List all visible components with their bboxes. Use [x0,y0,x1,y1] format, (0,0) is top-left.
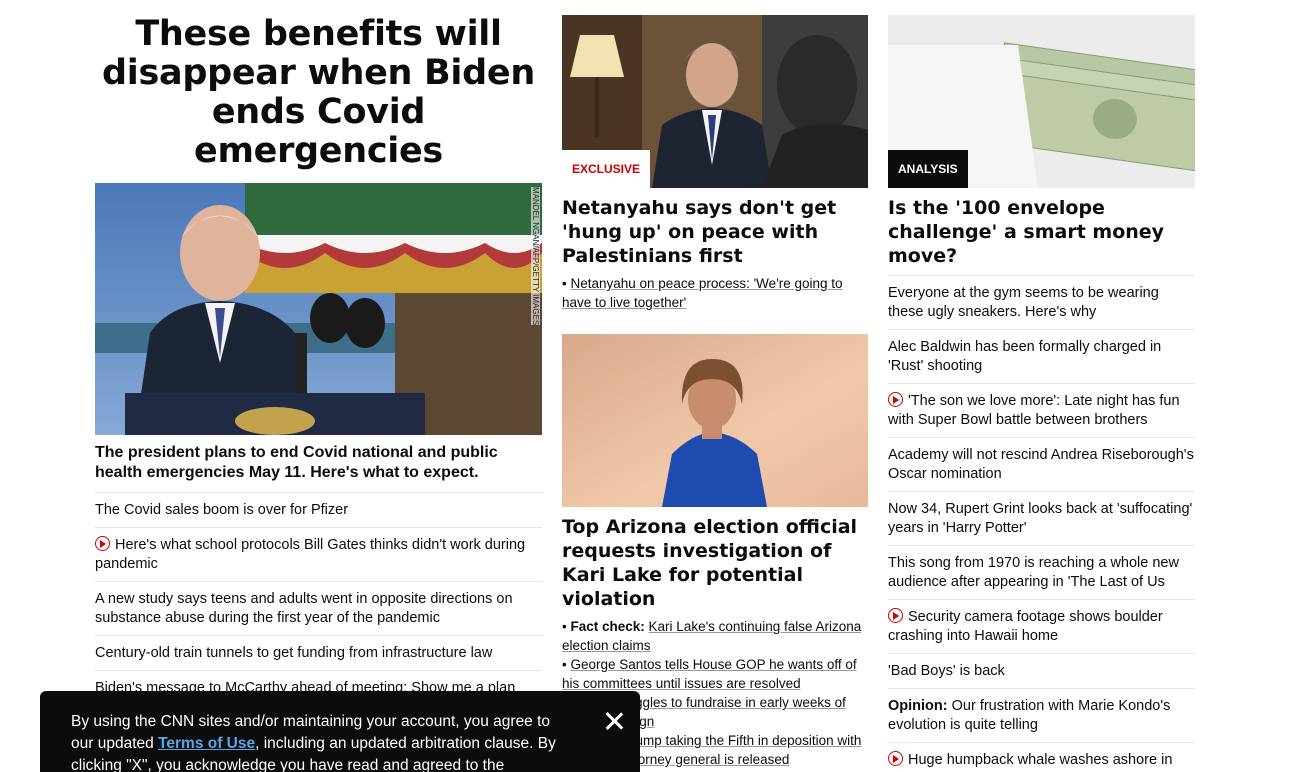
cookie-consent-banner: By using the CNN sites and/or maintainin… [40,691,640,772]
story-link[interactable]: Century-old train tunnels to get funding… [95,636,542,671]
story-link[interactable]: Alec Baldwin has been formally charged i… [888,330,1195,384]
kari-lake-photo[interactable] [562,334,868,507]
arizona-sub-link[interactable]: • Fact check: Kari Lake's continuing fal… [562,617,868,655]
link-text: Here's what school protocols Bill Gates … [95,537,526,572]
link-text: The Covid sales boom is over for Pfizer [95,502,349,518]
arizona-headline[interactable]: Top Arizona election official requests i… [562,515,868,611]
middle-column: EXCLUSIVE Netanyahu says don't get 'hung… [562,15,868,769]
story-link[interactable]: Academy will not rescind Andrea Riseboro… [888,438,1195,492]
lead-caption[interactable]: The president plans to end Covid nationa… [95,443,542,493]
link-text: A new study says teens and adults went i… [95,591,513,626]
lead-headline[interactable]: These benefits will disappear when Biden… [95,15,542,171]
play-video-icon [95,536,110,551]
story-link[interactable]: This song from 1970 is reaching a whole … [888,546,1195,600]
netanyahu-photo[interactable]: EXCLUSIVE [562,15,868,188]
envelope-card[interactable]: ANALYSIS Is the '100 envelope challenge'… [888,15,1195,276]
story-link[interactable]: Opinion: Our frustration with Marie Kond… [888,689,1195,743]
netanyahu-sub-link[interactable]: • Netanyahu on peace process: 'We're goi… [562,274,868,312]
netanyahu-headline[interactable]: Netanyahu says don't get 'hung up' on pe… [562,196,868,268]
right-column: ANALYSIS Is the '100 envelope challenge'… [888,15,1195,772]
analysis-badge: ANALYSIS [888,150,968,188]
arizona-sub-link[interactable]: • George Santos tells House GOP he wants… [562,655,868,693]
story-link[interactable]: 'Bad Boys' is back [888,654,1195,689]
exclusive-badge: EXCLUSIVE [562,150,651,188]
money-envelope-photo[interactable]: ANALYSIS [888,15,1195,188]
story-link[interactable]: A new study says teens and adults went i… [95,582,542,636]
story-link[interactable]: The Covid sales boom is over for Pfizer [95,493,542,528]
story-link[interactable]: Here's what school protocols Bill Gates … [95,528,542,582]
play-video-icon [888,392,903,407]
terms-of-use-link[interactable]: Terms of Use [158,735,255,752]
link-text: Huge humpback whale washes ashore in New… [888,752,1173,772]
link-text: Academy will not rescind Andrea Riseboro… [888,447,1194,482]
link-text: Now 34, Rupert Grint looks back at 'suff… [888,501,1193,536]
envelope-headline[interactable]: Is the '100 envelope challenge' a smart … [888,196,1195,276]
netanyahu-card[interactable]: EXCLUSIVE Netanyahu says don't get 'hung… [562,15,868,312]
sub-link-text: George Santos tells House GOP he wants o… [562,657,857,691]
story-link[interactable]: Now 34, Rupert Grint looks back at 'suff… [888,492,1195,546]
link-prefix: Opinion: [888,698,948,714]
lead-story-column: These benefits will disappear when Biden… [95,15,542,760]
link-text: 'Bad Boys' is back [888,663,1005,679]
link-text: This song from 1970 is reaching a whole … [888,555,1179,590]
sub-link-prefix: Fact check: [570,619,645,634]
photo-credit: MANDEL NGAN/AFP/GETTY IMAGES [531,187,540,326]
close-icon[interactable] [602,709,626,733]
story-link[interactable]: Security camera footage shows boulder cr… [888,600,1195,654]
link-text: Security camera footage shows boulder cr… [888,609,1163,644]
story-link[interactable]: Everyone at the gym seems to be wearing … [888,276,1195,330]
story-link[interactable]: Huge humpback whale washes ashore in New… [888,743,1195,772]
right-links-list: Everyone at the gym seems to be wearing … [888,276,1195,772]
link-text: Alec Baldwin has been formally charged i… [888,339,1162,374]
link-text: Century-old train tunnels to get funding… [95,645,493,661]
link-text: Everyone at the gym seems to be wearing … [888,285,1159,320]
play-video-icon [888,608,903,623]
biden-photo[interactable]: MANDEL NGAN/AFP/GETTY IMAGES [95,183,542,435]
story-link[interactable]: 'The son we love more': Late night has f… [888,384,1195,438]
link-text: 'The son we love more': Late night has f… [888,393,1180,428]
play-video-icon [888,751,903,766]
